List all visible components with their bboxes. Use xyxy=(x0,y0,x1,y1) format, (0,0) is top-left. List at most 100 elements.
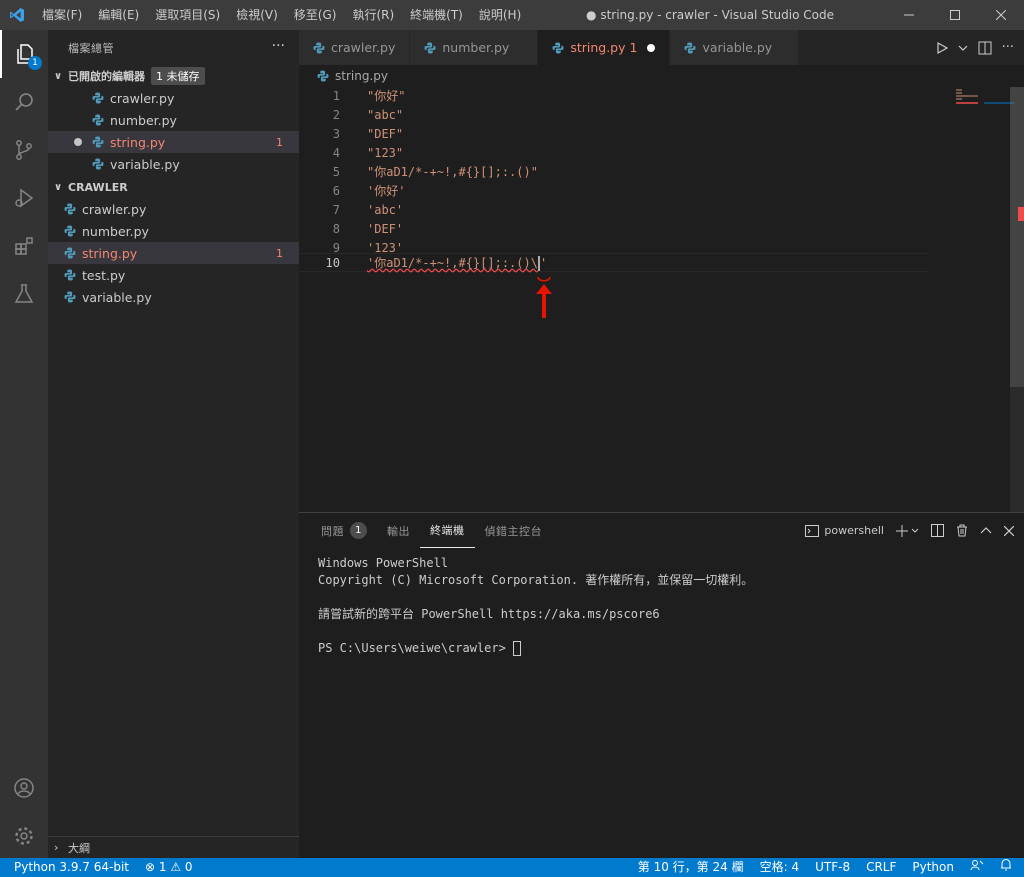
split-terminal-icon[interactable] xyxy=(931,524,944,537)
tab-label: string.py 1 xyxy=(570,40,638,55)
run-debug-button[interactable] xyxy=(0,174,48,222)
terminal-line: Windows PowerShell xyxy=(318,556,449,570)
close-window-button[interactable] xyxy=(978,0,1024,30)
notifications-button[interactable] xyxy=(992,858,1024,877)
source-control-button[interactable] xyxy=(0,126,48,174)
folder-label: CRAWLER xyxy=(68,180,128,194)
code-line: 1 "你好" xyxy=(299,87,929,106)
minimize-button[interactable] xyxy=(886,0,932,30)
indentation[interactable]: 空格: 4 xyxy=(752,858,808,877)
open-editors-header[interactable]: ∨ 已開啟的編輯器 1 未儲存 xyxy=(48,65,299,87)
run-debug-icon xyxy=(15,188,34,208)
terminal-icon xyxy=(805,524,820,537)
split-editor-icon[interactable] xyxy=(978,41,992,55)
tree-file-string[interactable]: string.py 1 xyxy=(48,242,299,264)
breadcrumb[interactable]: string.py xyxy=(299,65,1024,87)
more-icon[interactable]: ··· xyxy=(1002,40,1014,55)
problems-status[interactable]: ⊗ 1 ⚠ 0 xyxy=(137,858,201,877)
tab-problems[interactable]: 問題 1 xyxy=(311,513,377,548)
explorer-sidebar: 檔案總管 ··· ∨ 已開啟的編輯器 1 未儲存 crawler.py numb… xyxy=(48,30,299,858)
tree-file-number[interactable]: number.py xyxy=(48,220,299,242)
language-mode[interactable]: Python xyxy=(904,858,962,877)
tab-debug-console[interactable]: 偵錯主控台 xyxy=(475,513,553,548)
tab-label: 輸出 xyxy=(387,524,410,538)
menu-selection[interactable]: 選取項目(S) xyxy=(147,0,228,30)
explorer-button[interactable]: 1 xyxy=(0,30,48,78)
bottom-panel: 問題 1 輸出 終端機 偵錯主控台 powershell Windows Pow… xyxy=(299,512,1024,858)
menu-view[interactable]: 檢視(V) xyxy=(228,0,286,30)
menu-file[interactable]: 檔案(F) xyxy=(34,0,90,30)
unsaved-dot-icon[interactable] xyxy=(647,43,656,52)
manage-button[interactable] xyxy=(0,812,48,860)
python-file-icon xyxy=(424,42,436,53)
trash-icon[interactable] xyxy=(956,524,968,537)
accounts-button[interactable] xyxy=(0,764,48,812)
terminal-prompt-line: PS C:\Users\weiwe\crawler> xyxy=(318,640,753,657)
explorer-badge: 1 xyxy=(28,56,42,70)
maximize-button[interactable] xyxy=(932,0,978,30)
folder-header[interactable]: ∨ CRAWLER xyxy=(48,176,299,198)
minimize-icon xyxy=(904,14,914,16)
error-count: 1 xyxy=(276,135,283,149)
open-editor-number[interactable]: number.py xyxy=(48,109,299,131)
file-name: crawler.py xyxy=(110,90,175,106)
menu-edit[interactable]: 編輯(E) xyxy=(90,0,147,30)
file-name: variable.py xyxy=(110,156,180,172)
code-line: 7 'abc' xyxy=(299,201,929,220)
chevron-right-icon: › xyxy=(54,841,59,854)
menu-run[interactable]: 執行(R) xyxy=(344,0,402,30)
menu-help[interactable]: 說明(H) xyxy=(471,0,529,30)
search-button[interactable] xyxy=(0,78,48,126)
shell-selector[interactable]: powershell xyxy=(805,524,884,537)
close-icon[interactable] xyxy=(1004,525,1014,536)
tree-file-variable[interactable]: variable.py xyxy=(48,286,299,308)
tab-variable[interactable]: variable.py xyxy=(670,30,800,65)
testing-button[interactable] xyxy=(0,270,48,318)
line-number: 6 xyxy=(332,184,340,198)
more-actions-button[interactable]: ··· xyxy=(272,38,285,54)
menu-go[interactable]: 移至(G) xyxy=(286,0,345,30)
tab-crawler[interactable]: crawler.py xyxy=(299,30,411,65)
new-terminal-button[interactable] xyxy=(896,524,919,537)
window-title: ● string.py - crawler - Visual Studio Co… xyxy=(586,8,834,22)
tab-number[interactable]: number.py xyxy=(410,30,539,65)
cursor-position[interactable]: 第 10 行，第 24 欄 xyxy=(630,858,752,877)
tab-terminal[interactable]: 終端機 xyxy=(420,513,475,548)
scrollbar-thumb[interactable] xyxy=(1010,87,1024,387)
unsaved-dot-icon[interactable] xyxy=(74,138,82,146)
open-editor-crawler[interactable]: crawler.py xyxy=(48,87,299,109)
minimap[interactable] xyxy=(954,87,1014,107)
code-editor[interactable]: 1 "你好" 2 "abc" 3 "DEF" 4 "123" 5 "你aD1/*-+~!,… xyxy=(299,87,1024,512)
menu-bar: 檔案(F) 編輯(E) 選取項目(S) 檢視(V) 移至(G) 執行(R) 終端… xyxy=(34,0,529,30)
code-line: 3 "DEF" xyxy=(299,125,929,144)
terminal-output[interactable]: Windows PowerShell Copyright (C) Microso… xyxy=(318,555,753,657)
python-file-icon xyxy=(92,92,104,104)
code-text: "abc" xyxy=(367,108,404,122)
code-line: 4 "123" xyxy=(299,144,929,163)
tree-file-test[interactable]: test.py xyxy=(48,264,299,286)
tab-string[interactable]: string.py 1 xyxy=(538,30,671,65)
encoding[interactable]: UTF-8 xyxy=(807,858,858,877)
scrollbar-error-marker xyxy=(1018,207,1024,221)
tree-file-crawler[interactable]: crawler.py xyxy=(48,198,299,220)
feedback-button[interactable] xyxy=(962,858,992,877)
extensions-button[interactable] xyxy=(0,222,48,270)
open-editor-variable[interactable]: variable.py xyxy=(48,153,299,175)
chevron-up-icon[interactable] xyxy=(980,526,992,536)
terminal-line: 請嘗試新的跨平台 PowerShell https://aka.ms/pscor… xyxy=(318,607,660,621)
python-interpreter[interactable]: Python 3.9.7 64-bit xyxy=(0,858,137,877)
outline-header[interactable]: › 大綱 xyxy=(48,836,299,858)
open-editor-string[interactable]: string.py 1 xyxy=(48,131,299,153)
outline-label: 大綱 xyxy=(68,841,90,855)
run-icon[interactable] xyxy=(936,41,948,54)
end-of-line[interactable]: CRLF xyxy=(858,858,904,877)
tab-label: number.py xyxy=(442,40,510,55)
vertical-scrollbar[interactable] xyxy=(1010,87,1024,512)
python-file-icon xyxy=(64,225,76,237)
tab-output[interactable]: 輸出 xyxy=(377,513,420,548)
chevron-down-icon[interactable] xyxy=(958,43,968,53)
unsaved-badge: 1 未儲存 xyxy=(151,67,205,85)
file-name: number.py xyxy=(82,223,149,239)
menu-terminal[interactable]: 終端機(T) xyxy=(402,0,471,30)
